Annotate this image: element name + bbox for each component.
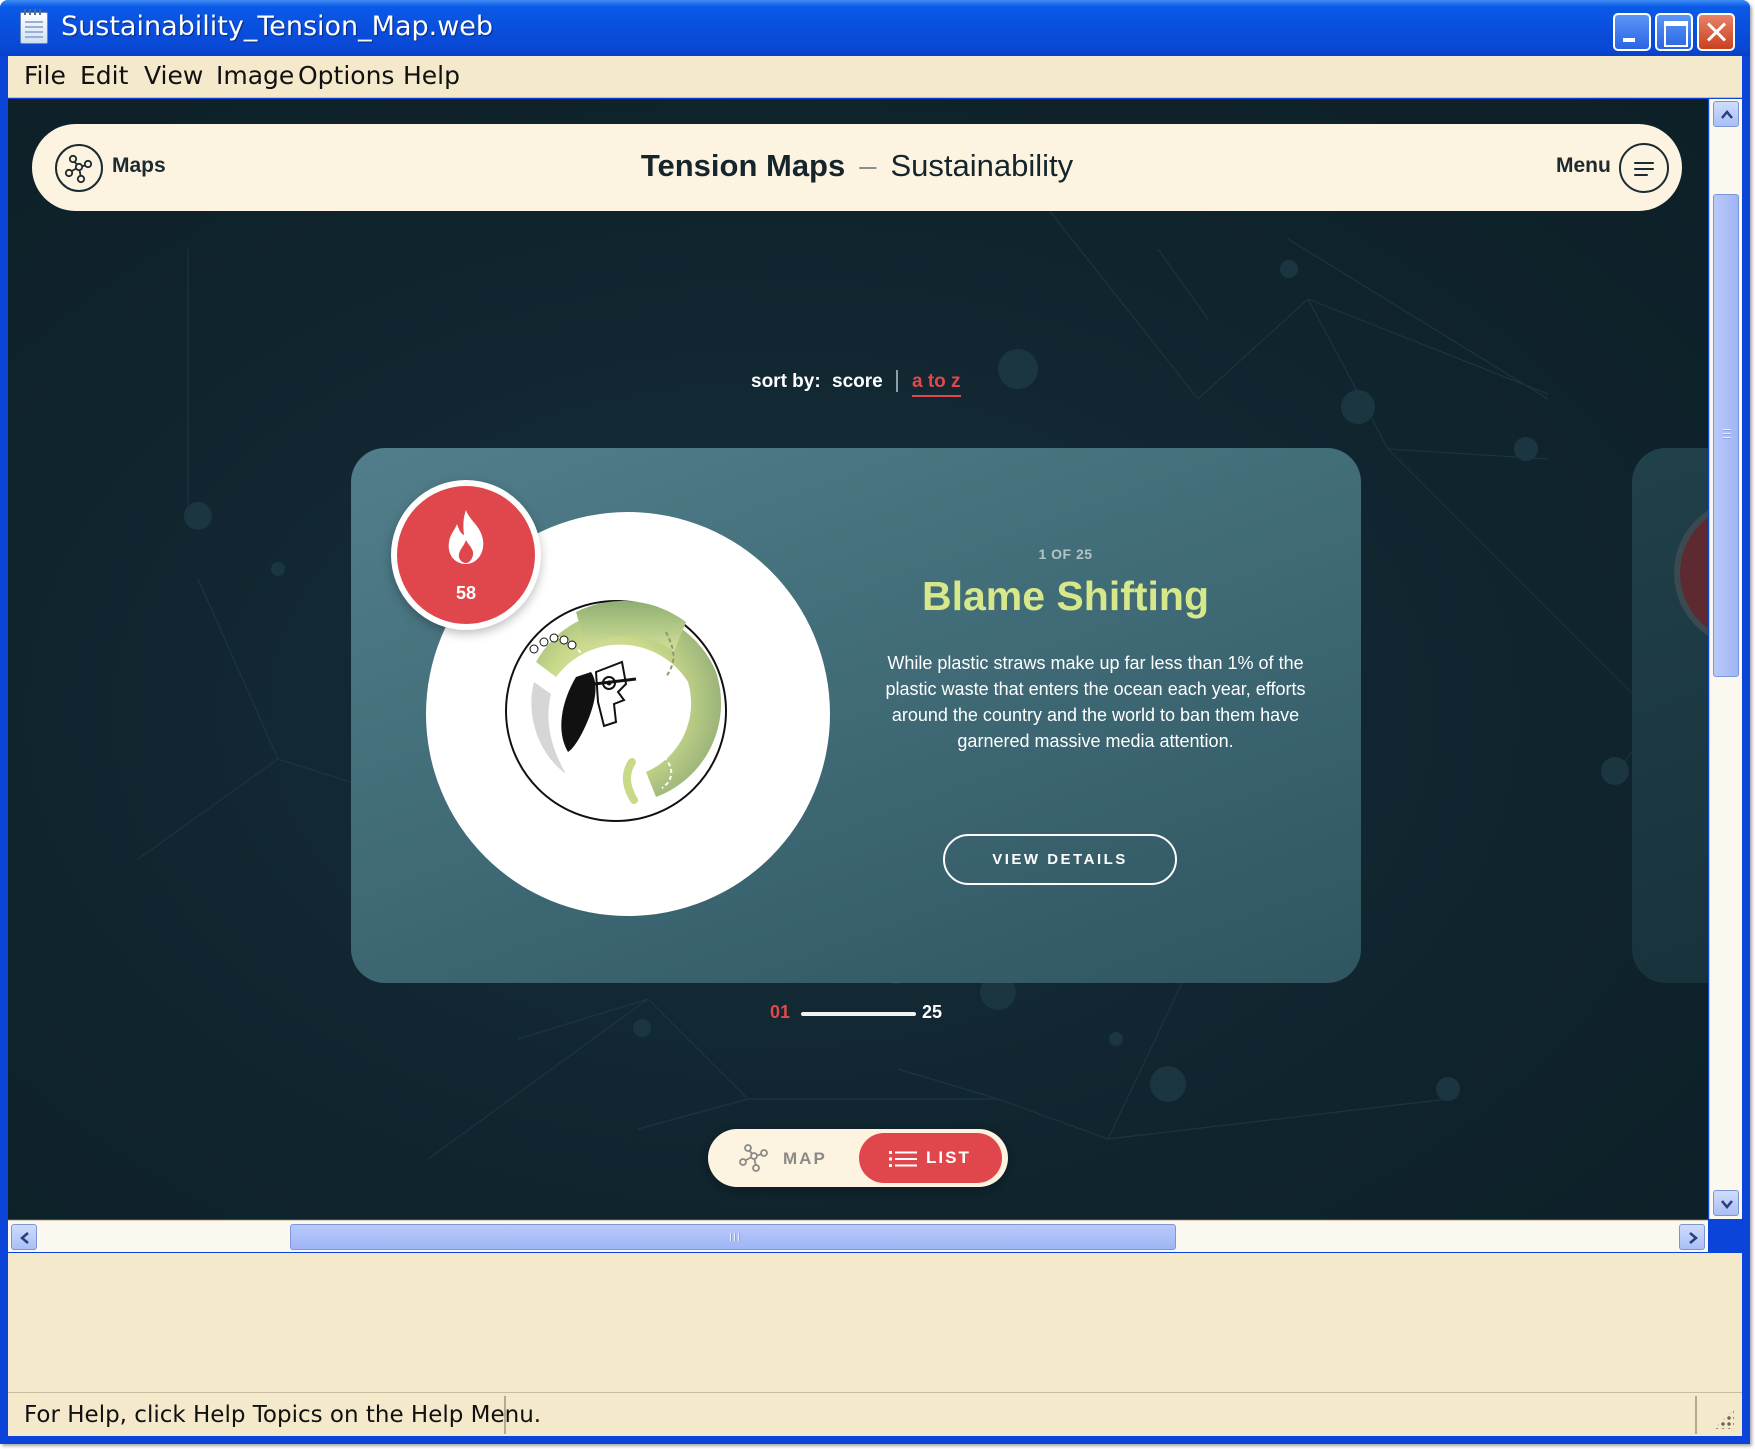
page-title-main: Tension Maps (640, 148, 846, 183)
window-title: Sustainability_Tension_Map.web (61, 11, 494, 42)
minimize-button[interactable] (1613, 13, 1651, 51)
status-help-text: For Help, click Help Topics on the Help … (24, 1402, 542, 1428)
resize-grip-icon[interactable] (1714, 1409, 1734, 1429)
page-title: Tension Maps – Sustainability (32, 148, 1682, 184)
list-view-label: LIST (926, 1148, 971, 1167)
list-view-button[interactable]: LIST (859, 1133, 1002, 1183)
status-bar: For Help, click Help Topics on the Help … (8, 1392, 1742, 1436)
status-divider (1695, 1396, 1697, 1434)
view-toggle: MAP LIST (708, 1129, 1008, 1187)
hamburger-icon (1634, 162, 1654, 164)
sort-divider (896, 370, 898, 392)
map-view-label: MAP (783, 1149, 827, 1168)
flame-icon (448, 510, 484, 564)
pager-progress-bar[interactable] (801, 1012, 916, 1016)
list-icon (889, 1151, 917, 1167)
app-window: Sustainability_Tension_Map.web File Edit… (0, 0, 1750, 1444)
sort-label: sort by: (751, 371, 821, 392)
menu-button[interactable] (1619, 143, 1669, 193)
web-viewport: Maps Tension Maps – Sustainability Menu so… (8, 99, 1708, 1219)
scroll-right-button[interactable] (1679, 1224, 1705, 1250)
status-divider (504, 1396, 506, 1434)
maximize-button[interactable] (1655, 13, 1693, 51)
chevron-up-icon (1721, 110, 1733, 119)
view-details-button[interactable]: VIEW DETAILS (943, 834, 1177, 885)
card-title: Blame Shifting (921, 573, 1210, 619)
score-value: 58 (455, 583, 477, 603)
menu-edit[interactable]: Edit (80, 61, 128, 90)
menu-view[interactable]: View (144, 61, 203, 90)
menu-link[interactable]: Menu (1556, 154, 1611, 178)
page-title-topic: Sustainability (890, 148, 1074, 183)
chevron-right-icon (1689, 1232, 1698, 1244)
vertical-scroll-thumb[interactable] (1713, 194, 1739, 677)
title-bar[interactable]: Sustainability_Tension_Map.web (0, 0, 1750, 56)
pager: 01 25 (8, 1002, 1708, 1032)
pager-current: 01 (770, 1002, 791, 1022)
card-description: While plastic straws make up far less th… (885, 653, 1306, 751)
close-button[interactable] (1697, 13, 1735, 51)
empty-client-area (8, 1253, 1742, 1392)
page-title-separator: – (859, 148, 877, 183)
scroll-down-button[interactable] (1713, 1190, 1739, 1216)
scroll-grip (730, 1233, 740, 1241)
card-counter: 1 OF 25 (1038, 546, 1093, 562)
menu-bar: File Edit View Image Options Help (8, 56, 1742, 98)
menu-options[interactable]: Options (298, 61, 394, 90)
sort-option-score[interactable]: score (832, 371, 883, 393)
horizontal-scroll-thumb[interactable] (290, 1224, 1176, 1250)
hamburger-icon-line-2 (1634, 168, 1654, 170)
menu-file[interactable]: File (24, 61, 66, 90)
scroll-up-button[interactable] (1713, 101, 1739, 127)
menu-image[interactable]: Image (216, 61, 294, 90)
network-nodes-icon (739, 1144, 768, 1172)
horizontal-scrollbar[interactable] (8, 1220, 1708, 1252)
vertical-scrollbar[interactable] (1709, 99, 1742, 1219)
scroll-grip (1723, 429, 1731, 439)
menu-help[interactable]: Help (403, 61, 460, 90)
sort-option-a-to-z[interactable]: a to z (912, 371, 961, 397)
site-header: Maps Tension Maps – Sustainability Menu (32, 124, 1682, 211)
scroll-left-button[interactable] (11, 1224, 37, 1250)
chevron-down-icon (1721, 1200, 1733, 1209)
sort-controls: sort by: score a to z (8, 370, 1708, 401)
notepad-icon (20, 9, 48, 44)
chevron-left-icon (20, 1232, 29, 1244)
hamburger-icon-line-3 (1634, 174, 1648, 176)
pager-total: 25 (922, 1002, 943, 1022)
score-badge: 58 (391, 480, 541, 630)
